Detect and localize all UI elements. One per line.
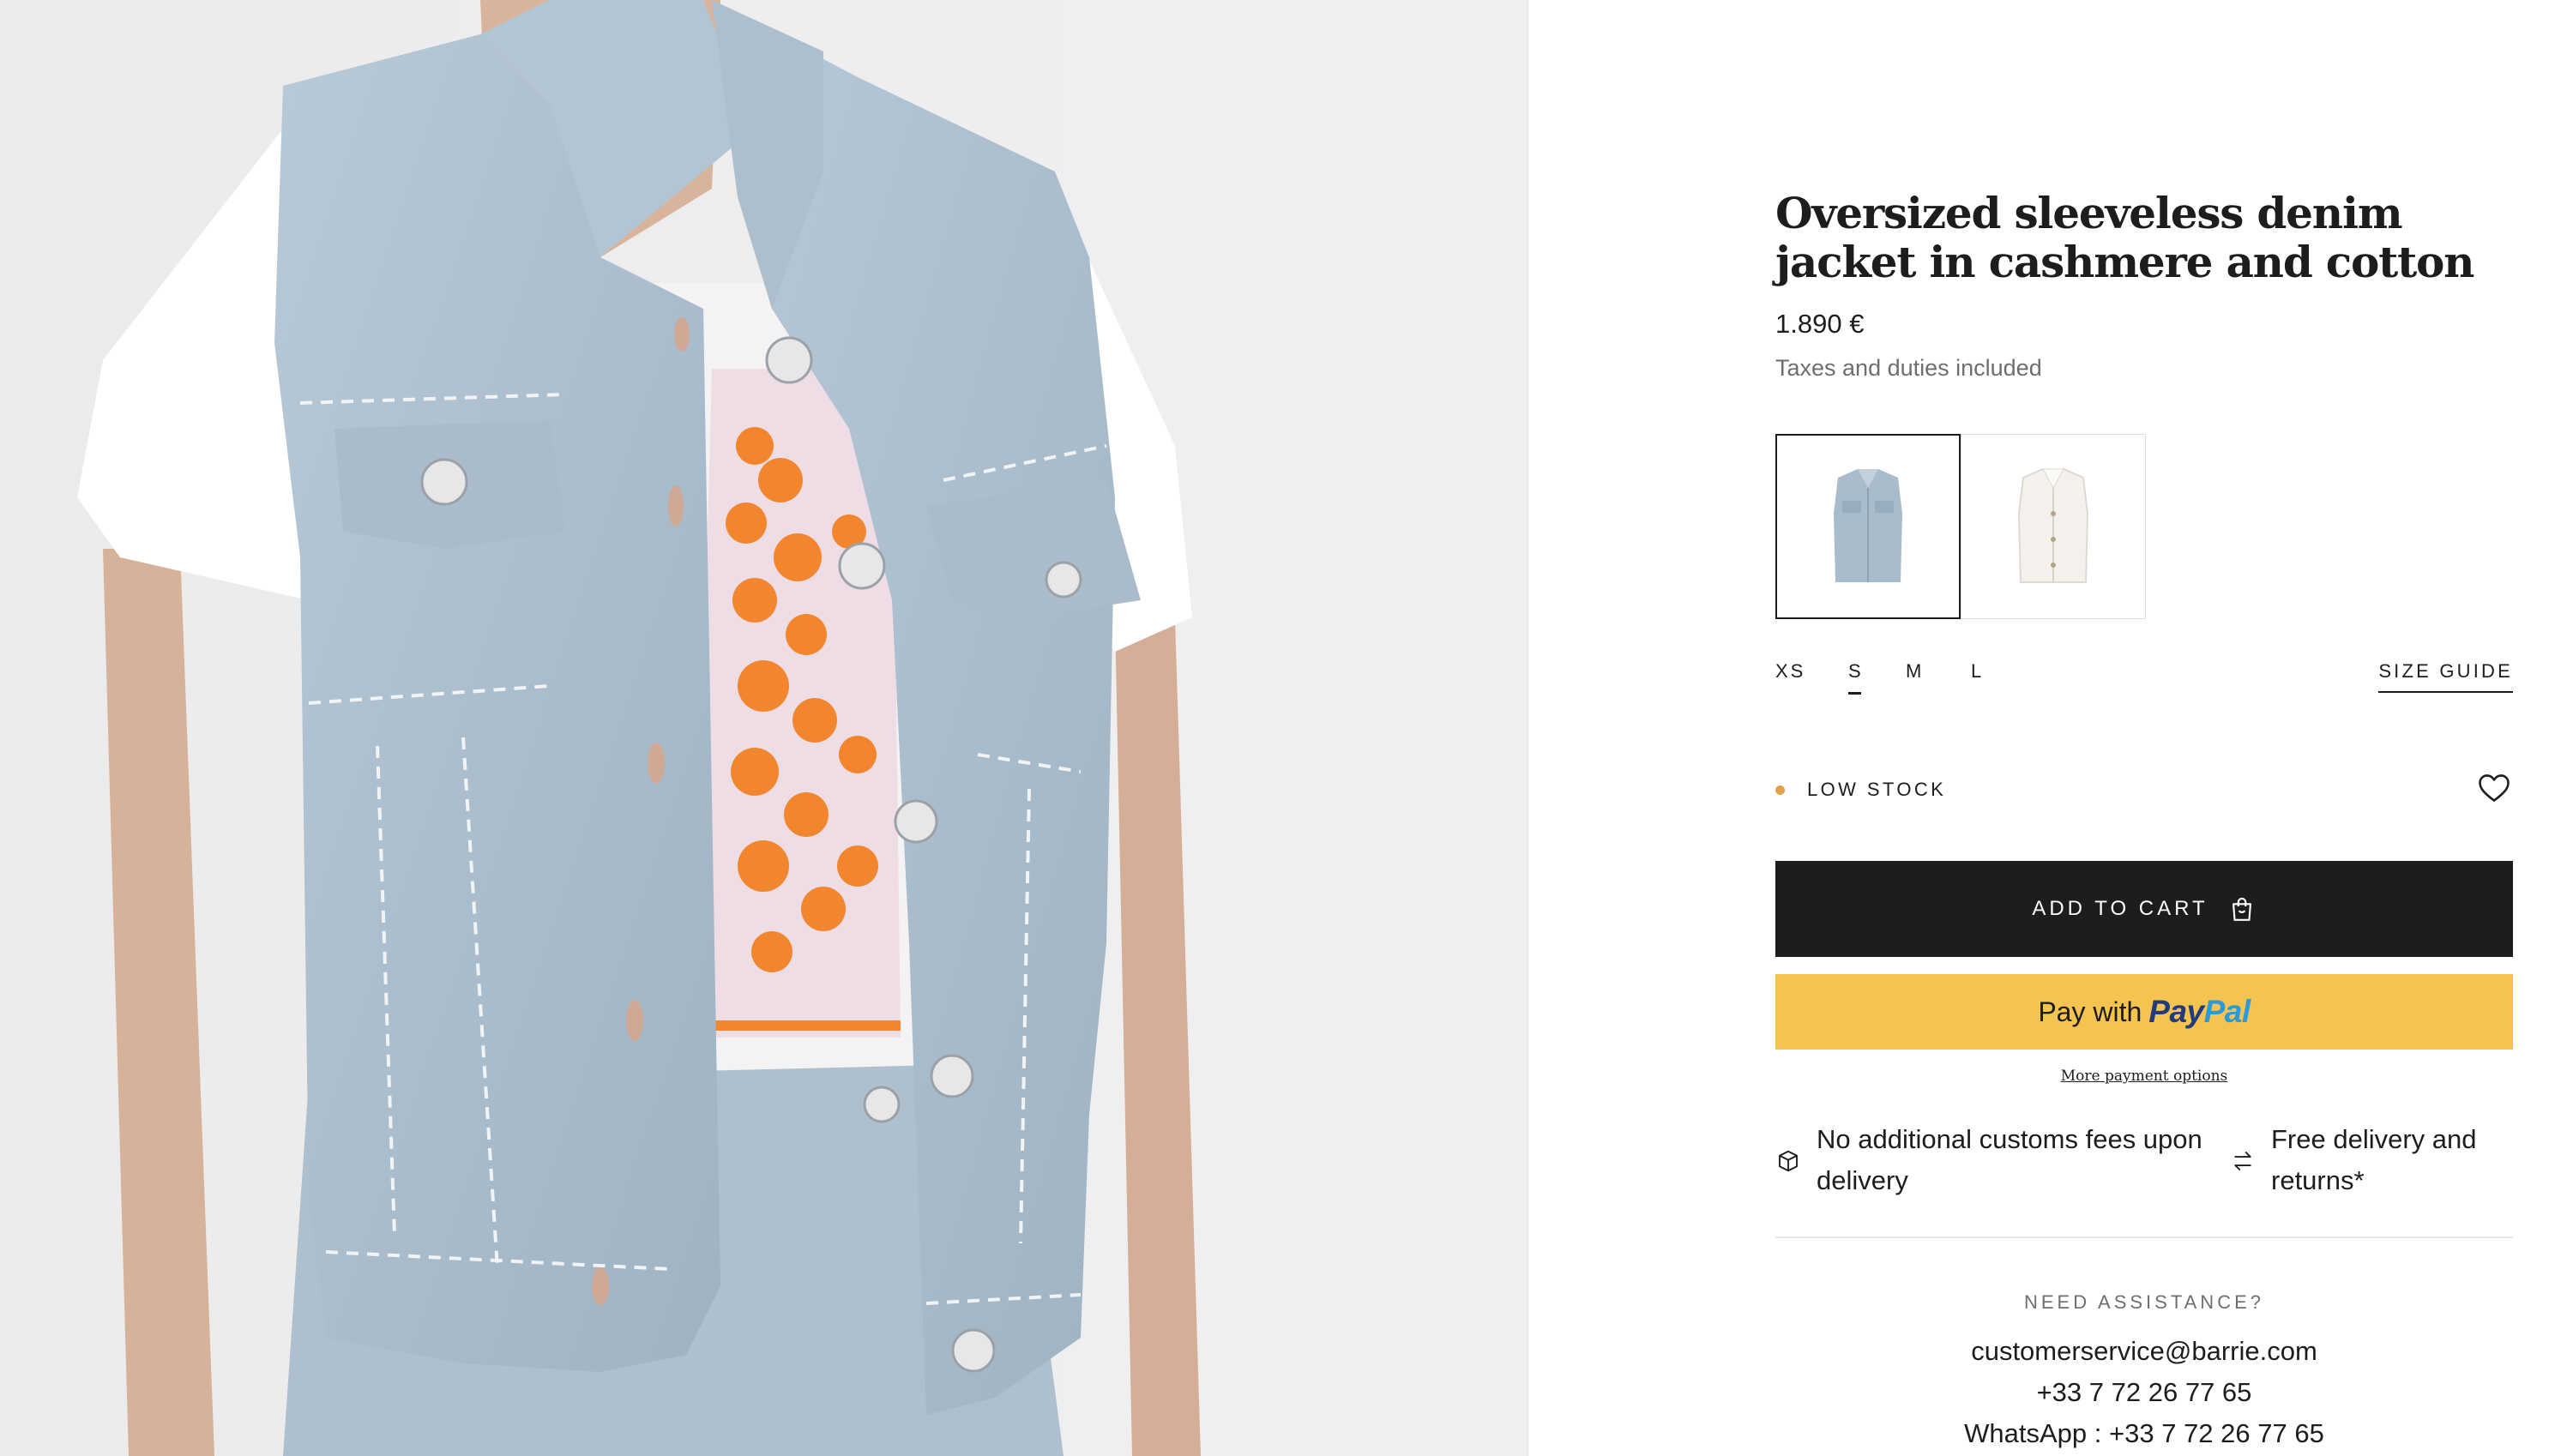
product-price: 1.890 € — [1775, 309, 1865, 339]
assistance-phone-link[interactable]: +33 7 72 26 77 65 — [1775, 1377, 2513, 1408]
size-option-xs[interactable]: XS — [1775, 660, 1805, 695]
stock-label: LOW STOCK — [1807, 779, 1947, 800]
product-info-panel: Oversized sleeveless denim jacket in cas… — [1775, 0, 2513, 1456]
panel-divider — [1527, 0, 1528, 1456]
paypal-button[interactable]: Pay with PayPal — [1775, 974, 2513, 1050]
model-wearing-denim-vest-illustration — [0, 0, 1527, 1456]
size-option-l[interactable]: L — [1971, 660, 1984, 695]
feature-customs-line-1: No additional customs fees upon — [1817, 1124, 2202, 1154]
size-selector: XS S M L SIZE GUIDE — [1775, 660, 2513, 703]
feature-customs-line-2: delivery — [1817, 1165, 1908, 1195]
add-to-cart-label: ADD TO CART — [2032, 897, 2208, 920]
taxes-note: Taxes and duties included — [1775, 355, 2042, 381]
section-divider — [1775, 1236, 2513, 1238]
heart-icon — [2479, 774, 2510, 802]
more-payment-options-link[interactable]: More payment options — [1775, 1068, 2513, 1085]
feature-customs: No additional customs fees upon delivery — [1775, 1119, 2202, 1201]
color-swatch-white[interactable] — [1961, 434, 2146, 619]
vest-thumbnail-white-icon — [2017, 467, 2089, 583]
feature-free-delivery: Free delivery and returns* — [2230, 1119, 2477, 1201]
size-guide-link[interactable]: SIZE GUIDE — [2378, 660, 2513, 693]
exchange-arrows-icon — [2234, 1152, 2251, 1170]
feature-delivery-line-2: returns* — [2271, 1165, 2365, 1195]
product-image[interactable] — [0, 0, 1527, 1456]
assistance-email-link[interactable]: customerservice@barrie.com — [1775, 1336, 2513, 1367]
color-swatches — [1775, 434, 2146, 619]
stock-status: LOW STOCK — [1775, 779, 1946, 801]
box-icon — [1779, 1150, 1798, 1172]
stock-indicator-dot-icon — [1775, 785, 1785, 795]
size-option-m[interactable]: M — [1906, 660, 1924, 695]
product-title: Oversized sleeveless denim jacket in cas… — [1775, 188, 2474, 287]
paypal-logo: PayPal — [2148, 994, 2251, 1029]
delivery-features: No additional customs fees upon delivery… — [1775, 1119, 2513, 1205]
paypal-prefix: Pay with — [2038, 996, 2142, 1027]
vest-thumbnail-blue-icon — [1834, 469, 1902, 582]
assistance-whatsapp-link[interactable]: WhatsApp : +33 7 72 26 77 65 — [1775, 1418, 2513, 1449]
add-to-cart-button[interactable]: ADD TO CART — [1775, 861, 2513, 957]
shopping-bag-icon — [2232, 897, 2251, 921]
color-swatch-light-blue[interactable] — [1775, 434, 1961, 619]
wishlist-button[interactable] — [2475, 768, 2513, 806]
feature-delivery-line-1: Free delivery and — [2271, 1124, 2477, 1154]
size-option-s[interactable]: S — [1848, 660, 1864, 695]
assistance-title: NEED ASSISTANCE? — [2024, 1291, 2264, 1313]
